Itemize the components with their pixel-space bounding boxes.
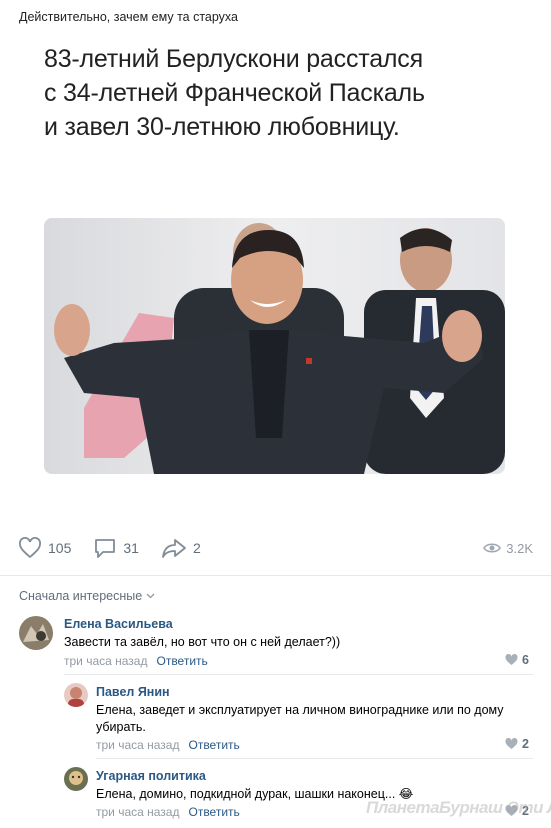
headline-line: 83-летний Берлускони расстался	[44, 45, 423, 73]
reply-button[interactable]: Ответить	[188, 738, 239, 752]
comment-text-body: Елена, домино, подкидной дурак, шашки на…	[96, 787, 396, 801]
post-action-bar: 105 31 2 3.2K	[18, 536, 533, 560]
post-photo[interactable]	[44, 218, 505, 474]
avatar[interactable]	[64, 767, 88, 791]
eye-icon	[483, 543, 502, 553]
watermark: ПланетаБурнаш Эти ЛП	[366, 798, 551, 817]
comment-text: Завести та завёл, но вот что он с ней де…	[64, 635, 341, 649]
views-counter: 3.2K	[483, 541, 533, 556]
like-button[interactable]: 105	[18, 537, 71, 559]
comment-author[interactable]: Елена Васильева	[64, 617, 173, 631]
views-count: 3.2K	[506, 540, 533, 556]
heart-icon	[19, 537, 41, 559]
comment-count: 31	[123, 540, 139, 556]
comment-like-button[interactable]: 2	[505, 737, 529, 751]
reply-button[interactable]: Ответить	[188, 805, 239, 819]
share-count: 2	[192, 540, 201, 556]
comment-author[interactable]: Павел Янин	[96, 685, 170, 699]
divider	[96, 758, 533, 759]
comment-meta: три часа назад Ответить	[96, 738, 240, 752]
comment-text: Елена, заведет и эксплуатирует на личном…	[96, 703, 504, 734]
chevron-down-icon	[146, 593, 155, 599]
share-icon	[162, 539, 186, 558]
comment-time[interactable]: три часа назад	[96, 805, 179, 819]
avatar-image	[64, 767, 88, 791]
headline-line: и завел 30-летнюю любовницу.	[44, 113, 400, 141]
comment-author[interactable]: Угарная политика	[96, 769, 206, 783]
headline-line: с 34-летней Франческой Паскаль	[44, 79, 425, 107]
sort-label: Сначала интересные	[19, 589, 143, 603]
avatar[interactable]	[19, 616, 53, 650]
divider	[64, 674, 533, 675]
divider	[0, 575, 551, 576]
heart-icon	[505, 738, 518, 749]
comment-button[interactable]: 31	[93, 537, 139, 559]
comment-meta: три часа назад Ответить	[96, 805, 240, 819]
post-headline: 83-летний Берлускони расстался с 34-летн…	[44, 42, 514, 144]
avatar-image	[19, 616, 53, 650]
comment-like-count: 2	[522, 737, 529, 751]
comments-sort-dropdown[interactable]: Сначала интересные	[19, 589, 155, 603]
comment-time[interactable]: три часа назад	[64, 654, 147, 668]
like-count: 105	[48, 540, 72, 556]
comment-icon	[95, 539, 116, 558]
comment-like-count: 6	[522, 653, 529, 667]
avatar-image	[64, 683, 88, 707]
comment-meta: три часа назад Ответить	[64, 654, 208, 668]
avatar[interactable]	[64, 683, 88, 707]
photo-illustration	[44, 218, 505, 474]
comment-time[interactable]: три часа назад	[96, 738, 179, 752]
heart-icon	[505, 654, 518, 665]
share-button[interactable]: 2	[161, 537, 201, 559]
comment-like-button[interactable]: 6	[505, 653, 529, 667]
reply-button[interactable]: Ответить	[156, 654, 207, 668]
post-caption: Действительно, зачем ему та старуха	[19, 10, 238, 24]
